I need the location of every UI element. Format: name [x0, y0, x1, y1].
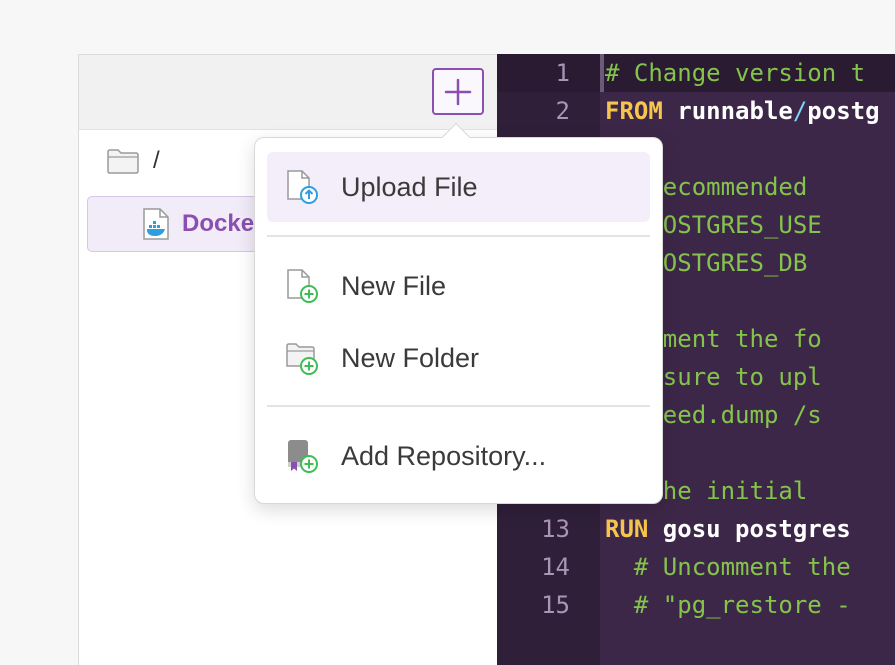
menu-item-label: New Folder: [341, 342, 480, 373]
menu-item-label: Add Repository...: [341, 440, 547, 471]
new-folder-icon: [286, 343, 318, 375]
line-number: 1: [555, 59, 570, 87]
explorer-header: [79, 55, 498, 130]
code-token: gosu postgres: [662, 515, 851, 543]
upload-file-icon: [287, 170, 318, 204]
code-token: # Uncomment the: [605, 553, 851, 581]
code-token: RUN: [605, 515, 663, 543]
tree-root[interactable]: /: [107, 147, 160, 175]
code-token: # "pg_restore -: [605, 591, 851, 619]
line-number: 15: [541, 591, 570, 619]
code-line[interactable]: 14 # Uncomment the: [497, 548, 895, 586]
code-text: # Change version t: [605, 54, 865, 92]
code-line[interactable]: 15 # "pg_restore -: [497, 586, 895, 624]
code-token: # Change version t: [605, 59, 866, 87]
menu-divider: [267, 405, 650, 407]
code-text: # "pg_restore -: [605, 586, 851, 624]
code-line[interactable]: 1 # Change version t: [497, 54, 895, 92]
menu-item-upload-file[interactable]: Upload File: [267, 152, 650, 222]
code-line[interactable]: 13 RUN gosu postgres: [497, 510, 895, 548]
dockerfile-icon: [143, 208, 169, 240]
add-repository-icon: [288, 440, 318, 473]
add-button[interactable]: [432, 68, 484, 115]
menu-item-new-folder[interactable]: New Folder: [267, 323, 650, 393]
line-number: 14: [541, 553, 570, 581]
text-cursor: [600, 54, 604, 92]
menu-item-label: New File: [341, 270, 447, 301]
code-token: FROM: [605, 97, 678, 125]
code-token: /: [792, 97, 808, 125]
menu-item-label: Upload File: [341, 171, 478, 202]
menu-item-add-repository[interactable]: Add Repository...: [267, 421, 650, 491]
code-line[interactable]: 2 FROM runnable/postg: [497, 92, 895, 130]
add-dropdown-menu: Upload File New File New Folder Add Repo…: [254, 122, 663, 504]
menu-divider: [267, 235, 650, 237]
tree-root-label: /: [153, 147, 160, 174]
menu-item-new-file[interactable]: New File: [267, 251, 650, 321]
new-file-icon: [287, 269, 318, 303]
code-token: postg: [807, 97, 880, 125]
line-number: 13: [541, 515, 570, 543]
plus-icon: [444, 78, 472, 105]
folder-icon: [107, 149, 139, 174]
code-text: RUN gosu postgres: [605, 510, 851, 548]
line-number: 2: [555, 97, 570, 125]
code-token: runnable: [677, 97, 793, 125]
code-text: FROM runnable/postg: [605, 92, 880, 130]
code-text: # Uncomment the: [605, 548, 851, 586]
